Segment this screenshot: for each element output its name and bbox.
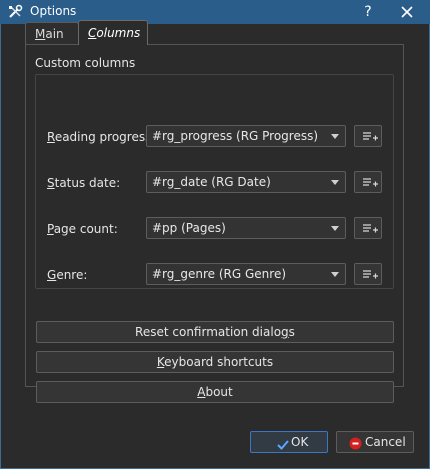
checkmark-icon — [277, 437, 289, 457]
keyboard-shortcuts-button[interactable]: Keyboard shortcuts — [36, 351, 394, 373]
reading-progress-edit-button[interactable] — [354, 125, 382, 147]
custom-columns-title: Custom columns — [35, 56, 136, 70]
chevron-down-icon — [331, 226, 339, 231]
list-add-icon — [363, 132, 378, 141]
chevron-down-icon — [331, 134, 339, 139]
stop-icon — [349, 436, 362, 456]
help-button[interactable]: ? — [358, 2, 378, 22]
reading-progress-label: Reading progress: — [47, 130, 156, 144]
tab-main[interactable]: Main — [25, 22, 79, 44]
list-add-icon — [363, 178, 378, 187]
reading-progress-select[interactable]: #rg_progress (RG Progress) — [146, 125, 346, 147]
page-count-label: Page count: — [47, 222, 118, 236]
window-title: Options — [30, 4, 77, 18]
title-bar: Options ? — [0, 0, 430, 24]
list-add-icon — [363, 224, 378, 233]
reset-confirmation-dialogs-button[interactable]: Reset confirmation dialogs — [36, 321, 394, 343]
status-date-label: Status date: — [47, 176, 121, 190]
genre-label: Genre: — [47, 268, 88, 282]
close-button[interactable] — [396, 2, 418, 22]
status-date-select[interactable]: #rg_date (RG Date) — [146, 171, 346, 193]
tab-columns[interactable]: Columns — [78, 20, 148, 45]
tools-icon — [7, 4, 23, 20]
list-add-icon — [363, 270, 378, 279]
page-count-select[interactable]: #pp (Pages) — [146, 217, 346, 239]
chevron-down-icon — [331, 272, 339, 277]
chevron-down-icon — [331, 180, 339, 185]
ok-button[interactable]: OK — [250, 431, 328, 453]
page-count-edit-button[interactable] — [354, 217, 382, 239]
close-icon — [401, 6, 413, 18]
genre-select[interactable]: #rg_genre (RG Genre) — [146, 263, 346, 285]
genre-edit-button[interactable] — [354, 263, 382, 285]
cancel-button[interactable]: Cancel — [336, 431, 414, 453]
about-button[interactable]: About — [36, 381, 394, 403]
status-date-edit-button[interactable] — [354, 171, 382, 193]
